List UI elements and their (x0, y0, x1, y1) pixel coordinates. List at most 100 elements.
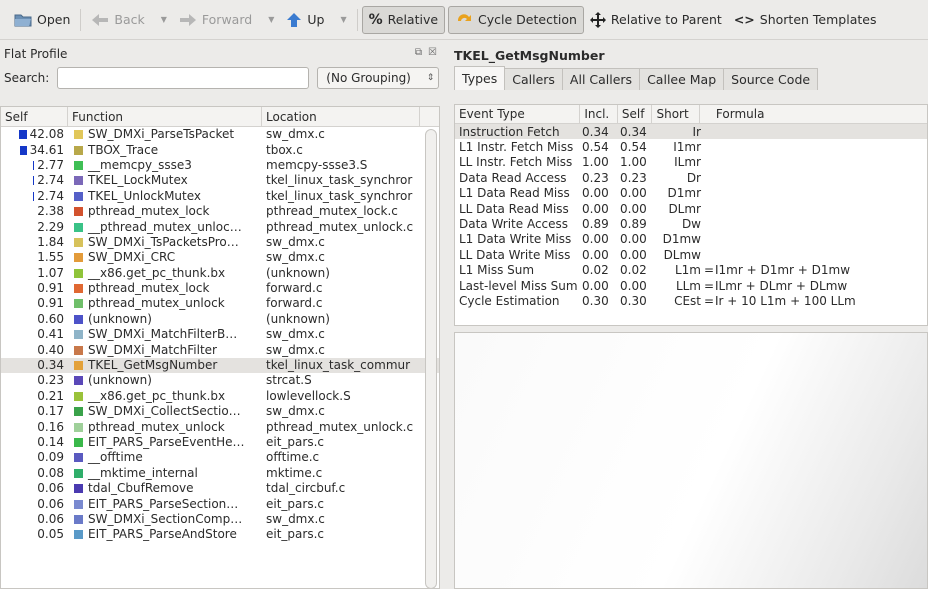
color-swatch-icon (74, 207, 83, 217)
table-row[interactable]: 1.07 __x86.get_pc_thunk.bx (unknown) (1, 266, 439, 281)
cycle-icon (455, 12, 473, 28)
column-header-self[interactable]: Self (1, 107, 68, 126)
table-row[interactable]: 2.29 __pthread_mutex_unloc… pthread_mutex_… (1, 219, 439, 234)
column-header-short[interactable]: Short (652, 105, 700, 123)
function-cell: __pthread_mutex_unloc… (68, 220, 262, 235)
event-row[interactable]: L1 Data Read Miss 0.00 0.00 D1mr (455, 186, 927, 201)
table-row[interactable]: 1.84 SW_DMXi_TsPacketsPro… sw_dmx.c (1, 235, 439, 250)
cycle-detection-toggle[interactable]: Cycle Detection (448, 5, 584, 34)
back-dropdown-icon[interactable]: ▼ (161, 15, 167, 24)
forward-dropdown-icon[interactable]: ▼ (268, 15, 274, 24)
relative-to-parent-button[interactable]: Relative to Parent (584, 6, 728, 34)
table-row[interactable]: 0.91 pthread_mutex_unlock forward.c (1, 296, 439, 311)
grouping-select[interactable]: (No Grouping) ⇕ (317, 67, 440, 89)
up-label: Up (307, 12, 325, 27)
event-row[interactable]: L1 Data Write Miss 0.00 0.00 D1mw (455, 232, 927, 247)
table-row[interactable]: 1.55 SW_DMXi_CRC sw_dmx.c (1, 250, 439, 265)
table-row[interactable]: 0.40 SW_DMXi_MatchFilter sw_dmx.c (1, 342, 439, 357)
location-cell: lowlevellock.S (266, 388, 351, 403)
table-row[interactable]: 2.38 pthread_mutex_lock pthread_mutex_lock… (1, 204, 439, 219)
table-row[interactable]: 34.61 TBOX_Trace tbox.c (1, 142, 439, 157)
function-cell: EIT_PARS_ParseAndStore (68, 527, 262, 542)
table-row[interactable]: 42.08 SW_DMXi_ParseTsPacket sw_dmx.c (1, 127, 439, 142)
visualization-area[interactable] (454, 332, 928, 589)
tab-types[interactable]: Types (454, 66, 506, 90)
tab-callee-map[interactable]: Callee Map (639, 68, 725, 90)
event-row[interactable]: Data Write Access 0.89 0.89 Dw (455, 216, 927, 231)
self-cell: 0.05 (1, 527, 68, 542)
color-swatch-icon (74, 176, 83, 186)
location-cell: eit_pars.c (266, 496, 324, 511)
angle-brackets-icon: <> (733, 12, 755, 27)
table-row[interactable]: 0.16 pthread_mutex_unlock pthread_mutex_un… (1, 419, 439, 434)
incl-cell: 0.89 (582, 217, 609, 232)
function-name: EIT_PARS_ParseAndStore (88, 527, 237, 542)
event-row[interactable]: Instruction Fetch 0.34 0.34 Ir (455, 124, 927, 140)
table-row[interactable]: 0.21 __x86.get_pc_thunk.bx lowlevellock.S (1, 389, 439, 404)
table-row[interactable]: 0.06 tdal_CbufRemove tdal_circbuf.c (1, 481, 439, 496)
forward-button[interactable]: Forward (173, 6, 258, 34)
self-value: 2.74 (37, 188, 64, 203)
event-row[interactable]: LL Instr. Fetch Miss 1.00 1.00 ILmr (455, 155, 927, 170)
main-toolbar: Open Back ▼ Forward ▼ Up ▼ % Relative Cy… (0, 0, 928, 40)
event-row[interactable]: LL Data Read Miss 0.00 0.00 DLmr (455, 201, 927, 216)
open-button[interactable]: Open (8, 6, 76, 34)
self-cell: 0.00 (620, 186, 647, 201)
color-swatch-icon (74, 191, 83, 201)
location-cell: sw_dmx.c (266, 404, 325, 419)
self-cell: 0.02 (620, 263, 647, 278)
color-swatch-icon (74, 130, 83, 140)
event-row[interactable]: Data Read Access 0.23 0.23 Dr (455, 170, 927, 185)
search-input[interactable] (57, 67, 310, 89)
column-header-location[interactable]: Location (262, 107, 420, 126)
table-row[interactable]: 0.34 TKEL_GetMsgNumber tkel_linux_task_com… (1, 357, 439, 374)
column-header-function[interactable]: Function (68, 107, 262, 126)
column-header-incl[interactable]: Incl. (580, 105, 618, 123)
table-row[interactable]: 0.08 __mktime_internal mktime.c (1, 466, 439, 481)
short-cell: DLmr (668, 201, 701, 216)
table-row[interactable]: 0.06 EIT_PARS_ParseSection… eit_pars.c (1, 496, 439, 511)
vertical-scrollbar[interactable] (425, 129, 437, 588)
table-row[interactable]: 2.77 __memcpy_ssse3 memcpy-ssse3.S (1, 158, 439, 173)
table-row[interactable]: 0.60 (unknown) (unknown) (1, 312, 439, 327)
column-header-event-type[interactable]: Event Type (455, 105, 581, 123)
table-row[interactable]: 2.74 TKEL_UnlockMutex tkel_linux_task_sync… (1, 189, 439, 204)
up-dropdown-icon[interactable]: ▼ (340, 15, 346, 24)
table-row[interactable]: 0.23 (unknown) strcat.S (1, 373, 439, 388)
table-row[interactable]: 0.05 EIT_PARS_ParseAndStore eit_pars.c (1, 527, 439, 542)
back-button[interactable]: Back (85, 6, 150, 34)
event-row[interactable]: LL Data Write Miss 0.00 0.00 DLmw (455, 247, 927, 262)
table-row[interactable]: 0.14 EIT_PARS_ParseEventHe… eit_pars.c (1, 435, 439, 450)
shorten-templates-button[interactable]: <> Shorten Templates (728, 6, 883, 34)
self-cell: 0.17 (1, 404, 68, 419)
column-header-self[interactable]: Self (618, 105, 653, 123)
self-cost-bar (19, 145, 27, 155)
event-row[interactable]: L1 Miss Sum 0.02 0.02 L1m = I1mr + D1mr + D1m… (455, 263, 927, 278)
color-swatch-icon (74, 468, 83, 478)
relative-toggle[interactable]: % Relative (361, 5, 446, 34)
function-cell: EIT_PARS_ParseSection… (68, 497, 262, 512)
column-header-formula[interactable]: Formula (700, 105, 927, 123)
table-row[interactable]: 0.17 SW_DMXi_CollectSectio… sw_dmx.c (1, 404, 439, 419)
table-row[interactable]: 0.41 SW_DMXi_MatchFilterB… sw_dmx.c (1, 327, 439, 342)
float-pane-icon[interactable]: ⧉ (415, 47, 422, 58)
table-row[interactable]: 0.91 pthread_mutex_lock forward.c (1, 281, 439, 296)
function-name: (unknown) (88, 373, 152, 388)
tab-source-code[interactable]: Source Code (723, 68, 819, 90)
up-button[interactable]: Up (280, 6, 330, 34)
function-cell: pthread_mutex_unlock (68, 420, 262, 435)
event-row[interactable]: Cycle Estimation 0.30 0.30 CEst = Ir + 10 L1m… (455, 293, 927, 308)
self-cell: 0.40 (1, 343, 68, 358)
table-row[interactable]: 0.09 __offtime offtime.c (1, 450, 439, 465)
tab-all-callers[interactable]: All Callers (561, 68, 641, 90)
table-row[interactable]: 0.06 SW_DMXi_SectionComp… sw_dmx.c (1, 512, 439, 527)
color-swatch-icon (74, 160, 83, 170)
event-row[interactable]: L1 Instr. Fetch Miss 0.54 0.54 I1mr (455, 139, 927, 154)
function-cell: __x86.get_pc_thunk.bx (68, 266, 262, 281)
event-row[interactable]: Last-level Miss Sum 0.00 0.00 LLm = ILmr + DL… (455, 278, 927, 293)
table-row[interactable]: 2.74 TKEL_LockMutex tkel_linux_task_synchr… (1, 173, 439, 188)
function-cell: __mktime_internal (68, 466, 262, 481)
self-value: 1.55 (37, 250, 64, 265)
tab-callers[interactable]: Callers (504, 68, 563, 90)
close-pane-icon[interactable]: ☒ (428, 47, 437, 58)
